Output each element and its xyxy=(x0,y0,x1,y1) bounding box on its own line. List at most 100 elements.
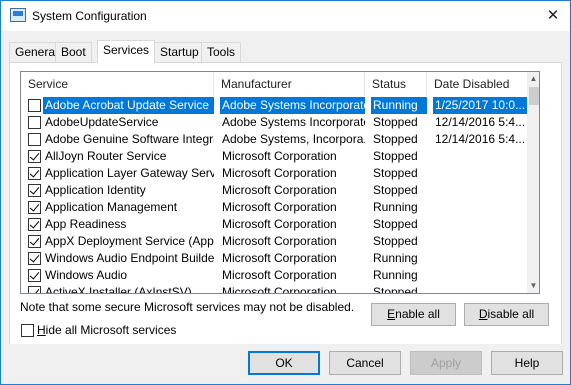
service-name-cell: AllJoyn Router Service xyxy=(45,149,167,163)
status-cell: Stopped xyxy=(373,285,418,294)
service-row[interactable]: AppX Deployment Service (AppX... Microsof… xyxy=(21,233,527,250)
date-disabled-cell: 12/14/2016 5:4... xyxy=(435,115,526,129)
tab-boot[interactable]: Boot xyxy=(55,42,92,62)
service-row[interactable]: Windows Audio Microsoft Corporation Runnin… xyxy=(21,267,527,284)
service-name-cell: Application Identity xyxy=(45,183,146,197)
service-checkbox[interactable] xyxy=(28,252,41,265)
msconfig-app-icon xyxy=(10,8,26,22)
tab-services[interactable]: Services xyxy=(97,40,156,63)
enable-all-button[interactable]: Enable all xyxy=(371,303,456,326)
service-row[interactable]: Adobe Genuine Software Integri... Adobe S… xyxy=(21,131,527,148)
hide-ms-label-text: ide all Microsoft services xyxy=(45,323,177,337)
hide-microsoft-services-checkbox[interactable] xyxy=(21,324,34,337)
title-bar: System Configuration ✕ xyxy=(1,1,570,31)
service-checkbox[interactable] xyxy=(28,218,41,231)
service-name-cell: Windows Audio Endpoint Builder xyxy=(45,251,214,265)
status-cell: Running xyxy=(371,97,427,114)
status-cell: Stopped xyxy=(373,234,418,248)
dialog-client-area: General Boot Services Startup Tools Serv… xyxy=(1,31,570,384)
status-cell: Running xyxy=(373,251,418,265)
date-disabled-cell xyxy=(433,148,527,165)
service-row[interactable]: Adobe Acrobat Update Service Adobe System… xyxy=(21,97,527,114)
help-button[interactable]: Help xyxy=(491,351,563,375)
status-cell: Stopped xyxy=(373,166,418,180)
manufacturer-cell: Microsoft Corporation xyxy=(222,149,337,163)
status-cell: Running xyxy=(373,268,418,282)
system-configuration-window: System Configuration ✕ General Boot Serv… xyxy=(0,0,571,385)
column-header-status[interactable]: Status xyxy=(365,72,427,96)
status-cell: Stopped xyxy=(373,132,418,146)
apply-button[interactable]: Apply xyxy=(410,351,482,375)
date-disabled-cell xyxy=(433,165,527,182)
cancel-button[interactable]: Cancel xyxy=(329,351,401,375)
manufacturer-cell: Microsoft Corporation xyxy=(222,217,337,231)
service-name-cell: Windows Audio xyxy=(45,268,128,282)
enable-all-mnemonic: E xyxy=(387,307,396,321)
date-disabled-cell xyxy=(433,284,527,293)
manufacturer-cell: Microsoft Corporation xyxy=(222,251,337,265)
service-name-cell: AdobeUpdateService xyxy=(45,115,159,129)
manufacturer-cell: Microsoft Corporation xyxy=(222,200,337,214)
date-disabled-cell: 12/14/2016 5:4... xyxy=(435,132,526,146)
service-checkbox[interactable] xyxy=(28,99,41,112)
disable-all-label: isable all xyxy=(487,307,535,321)
scroll-up-arrow-icon[interactable]: ▲ xyxy=(527,72,539,86)
service-checkbox[interactable] xyxy=(28,116,41,129)
column-header-service[interactable]: Service xyxy=(21,72,214,96)
column-header-manufacturer[interactable]: Manufacturer xyxy=(214,72,365,96)
service-name-cell: AppX Deployment Service (AppX... xyxy=(45,234,214,248)
disable-all-button[interactable]: Disable all xyxy=(464,303,549,326)
service-row[interactable]: Windows Audio Endpoint Builder Microsoft … xyxy=(21,250,527,267)
date-disabled-cell xyxy=(433,199,527,216)
service-checkbox[interactable] xyxy=(28,167,41,180)
service-checkbox[interactable] xyxy=(28,201,41,214)
service-row[interactable]: App Readiness Microsoft Corporation Stoppe… xyxy=(21,216,527,233)
services-tab-panel: Service Manufacturer Status Date Disable… xyxy=(9,62,562,370)
service-checkbox[interactable] xyxy=(28,184,41,197)
scroll-down-arrow-icon[interactable]: ▼ xyxy=(527,279,539,293)
manufacturer-cell: Microsoft Corporation xyxy=(222,166,337,180)
service-checkbox[interactable] xyxy=(28,235,41,248)
manufacturer-cell: Microsoft Corporation xyxy=(222,234,337,248)
service-checkbox[interactable] xyxy=(28,269,41,282)
date-disabled-cell xyxy=(433,267,527,284)
column-header-date-disabled[interactable]: Date Disabled xyxy=(427,72,527,96)
service-name-cell: Adobe Genuine Software Integri... xyxy=(45,132,214,146)
manufacturer-cell: Microsoft Corporation xyxy=(222,285,337,294)
service-row[interactable]: Application Management Microsoft Corporat… xyxy=(21,199,527,216)
vertical-scrollbar[interactable]: ▲ ▼ xyxy=(527,72,539,293)
service-row[interactable]: ActiveX Installer (AxInstSV) Microsoft Co… xyxy=(21,284,527,294)
service-name-cell: ActiveX Installer (AxInstSV) xyxy=(45,285,192,294)
status-cell: Stopped xyxy=(373,183,418,197)
service-row[interactable]: Application Layer Gateway Service Microso… xyxy=(21,165,527,182)
service-name-cell: Adobe Acrobat Update Service xyxy=(43,97,214,114)
manufacturer-cell: Microsoft Corporation xyxy=(222,268,337,282)
hide-microsoft-services-label: Hide all Microsoft services xyxy=(37,323,176,337)
status-cell: Running xyxy=(373,200,418,214)
manufacturer-cell: Adobe Systems, Incorpora... xyxy=(222,132,365,146)
service-row[interactable]: AllJoyn Router Service Microsoft Corporat… xyxy=(21,148,527,165)
services-list[interactable]: Service Manufacturer Status Date Disable… xyxy=(20,71,540,294)
tab-tools[interactable]: Tools xyxy=(201,42,242,62)
service-checkbox[interactable] xyxy=(28,286,41,293)
service-checkbox[interactable] xyxy=(28,133,41,146)
window-title: System Configuration xyxy=(32,9,147,23)
date-disabled-cell xyxy=(433,250,527,267)
hide-ms-mnemonic: H xyxy=(37,323,46,337)
manufacturer-cell: Microsoft Corporation xyxy=(222,183,337,197)
date-disabled-cell xyxy=(433,182,527,199)
service-checkbox[interactable] xyxy=(28,150,41,163)
scrollbar-thumb[interactable] xyxy=(529,87,539,105)
service-name-cell: App Readiness xyxy=(45,217,127,231)
close-button[interactable]: ✕ xyxy=(542,5,564,27)
service-row[interactable]: AdobeUpdateService Adobe Systems Incorpor… xyxy=(21,114,527,131)
enable-all-label: nable all xyxy=(395,307,440,321)
ok-button[interactable]: OK xyxy=(248,351,320,375)
tab-startup[interactable]: Startup xyxy=(154,42,205,62)
date-disabled-cell xyxy=(433,233,527,250)
status-cell: Stopped xyxy=(373,149,418,163)
manufacturer-cell: Adobe Systems Incorporated xyxy=(220,97,365,114)
date-disabled-cell xyxy=(433,216,527,233)
status-cell: Stopped xyxy=(373,217,418,231)
service-row[interactable]: Application Identity Microsoft Corporatio… xyxy=(21,182,527,199)
